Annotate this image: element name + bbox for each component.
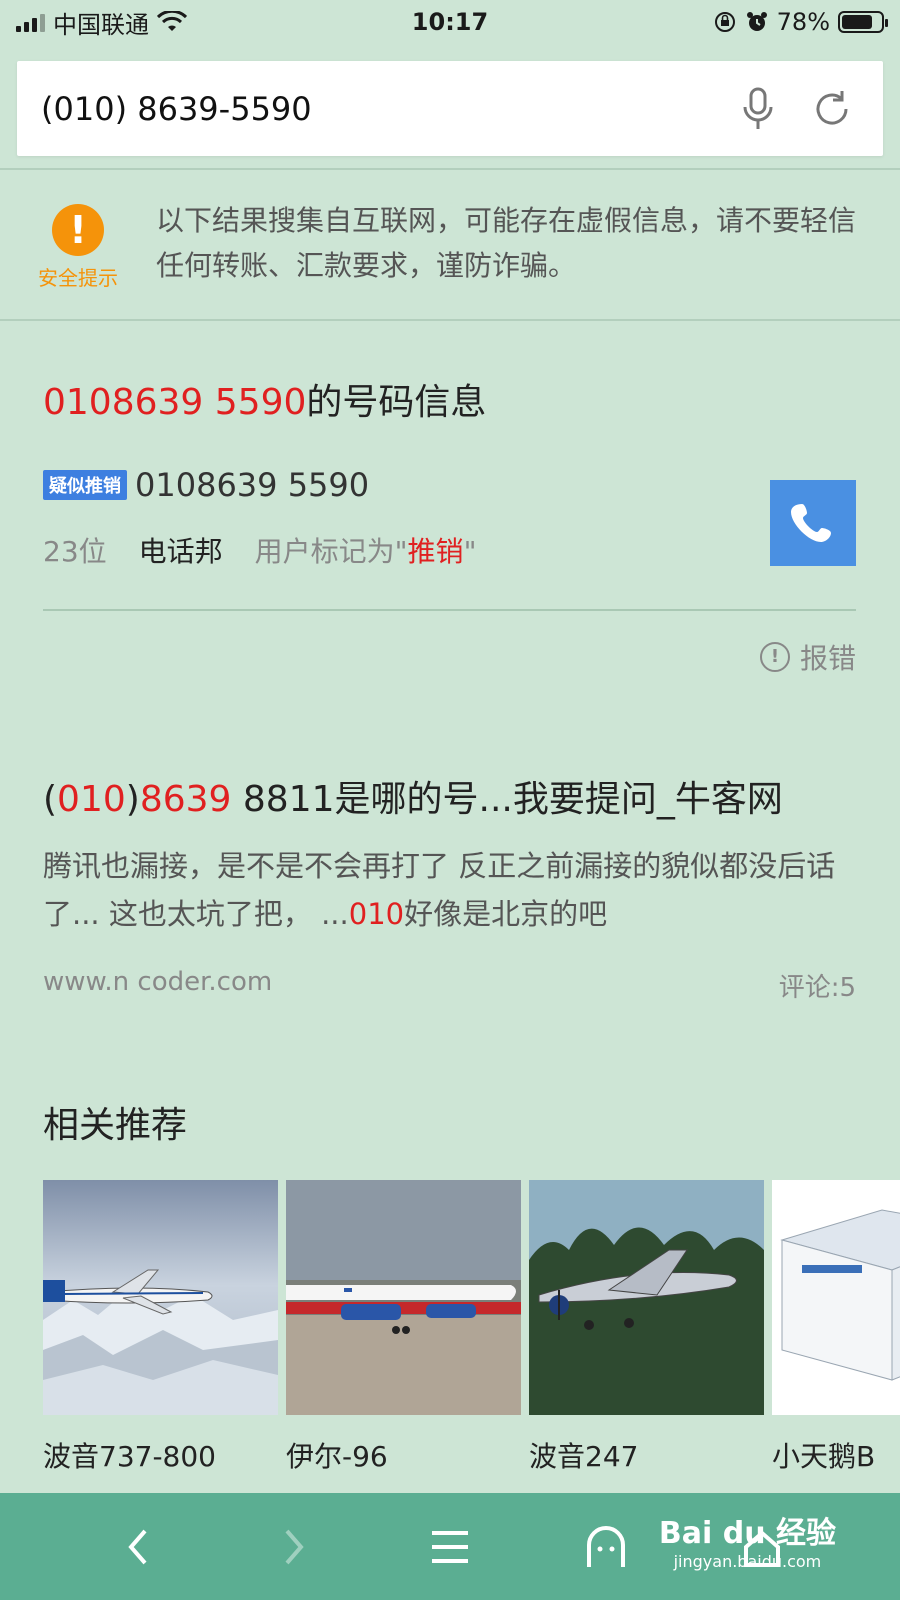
ghost-tabs-icon xyxy=(587,1525,625,1567)
battery-fill xyxy=(842,15,872,29)
divider xyxy=(43,609,856,611)
warning-icon: ! xyxy=(52,204,104,256)
microphone-icon xyxy=(743,87,773,129)
number-meta: 23位 电话邦 用户标记为"推销" xyxy=(43,530,476,570)
result-snippet: 腾讯也漏接，是不是不会再打了 反正之前漏接的貌似都没后话了... 这也太坑了把，… xyxy=(43,842,863,938)
related-cards[interactable]: 波音737-800 伊尔-96 波音247 小天鹅B xyxy=(43,1180,900,1480)
user-marked-suffix: " xyxy=(463,535,477,568)
related-section-title: 相关推荐 xyxy=(43,1105,188,1146)
related-card-image xyxy=(772,1180,900,1415)
watermark-main: Bai du 经验 xyxy=(658,1516,836,1551)
carrier-name: 中国联通 xyxy=(53,10,149,39)
data-source: 电话邦 xyxy=(138,535,223,568)
user-marked-value: 推销 xyxy=(407,535,464,568)
status-bar: 中国联通 10:17 78% xyxy=(0,0,900,44)
result-title-rest: 8811是哪的号...我要提问_牛客网 xyxy=(231,779,783,820)
related-card-image xyxy=(286,1180,521,1415)
number-row: 疑似推销 0108639 5590 xyxy=(43,466,369,504)
forward-button[interactable] xyxy=(254,1507,334,1587)
chevron-left-icon xyxy=(128,1529,147,1564)
phone-icon xyxy=(791,504,831,542)
status-right: 78% xyxy=(713,8,888,36)
related-card-label: 小天鹅B xyxy=(772,1440,876,1473)
suspected-marketing-badge: 疑似推销 xyxy=(43,470,127,500)
battery-icon xyxy=(838,11,888,33)
battery-percent: 78% xyxy=(776,8,830,36)
rotation-lock-icon xyxy=(714,12,735,32)
airplane-over-mountains-image xyxy=(43,1180,278,1415)
safety-notice: ! 安全提示 以下结果搜集自互联网，可能存在虚假信息，请不要轻信任何转账、汇款要… xyxy=(0,170,900,320)
number-info-title-number: 0108639 5590 xyxy=(43,382,307,423)
number-info-title-suffix: 的号码信息 xyxy=(306,382,487,423)
related-card-boeing-737[interactable]: 波音737-800 xyxy=(43,1180,278,1475)
status-left: 中国联通 xyxy=(16,5,187,40)
result-comments[interactable]: 评论:5 xyxy=(779,967,856,1004)
result-url[interactable]: www.n coder.com xyxy=(43,967,272,997)
menu-icon xyxy=(432,1530,468,1563)
refresh-icon xyxy=(816,90,848,124)
info-icon: ! xyxy=(759,642,790,672)
baidu-jingyan-watermark: Bai du 经验 jingyan.baidu.com xyxy=(659,1508,836,1571)
search-input[interactable]: (010) 8639-5590 xyxy=(41,90,711,128)
wifi-icon xyxy=(157,11,187,31)
related-card-image xyxy=(43,1180,278,1415)
multi-window-button[interactable] xyxy=(566,1507,646,1587)
related-card-boeing-247[interactable]: 波音247 xyxy=(529,1180,764,1475)
report-error-button[interactable]: ! 报错 xyxy=(759,637,856,677)
watermark-sub: jingyan.baidu.com xyxy=(673,1552,822,1571)
voice-search-button[interactable] xyxy=(731,82,785,136)
back-button[interactable] xyxy=(98,1507,178,1587)
call-button[interactable] xyxy=(770,480,856,566)
related-card-label: 波音737-800 xyxy=(43,1440,216,1473)
result-title-link[interactable]: (010)8639 8811是哪的号...我要提问_牛客网 xyxy=(43,770,783,822)
related-card-label: 波音247 xyxy=(529,1440,639,1473)
propeller-plane-image xyxy=(529,1180,764,1415)
user-marked-prefix: 用户标记为" xyxy=(254,535,408,568)
signal-icon xyxy=(16,12,45,32)
chevron-right-icon xyxy=(285,1529,304,1564)
safety-notice-text: 以下结果搜集自互联网，可能存在虚假信息，请不要轻信任何转账、汇款要求，谨防诈骗。 xyxy=(156,204,857,282)
related-card-image xyxy=(529,1180,764,1415)
number-digits: 23位 xyxy=(43,535,107,568)
related-card-label: 伊尔-96 xyxy=(286,1440,388,1473)
result-title-part: ) xyxy=(125,779,140,820)
menu-button[interactable] xyxy=(410,1507,490,1587)
refresh-button[interactable] xyxy=(805,82,859,136)
user-marked-text: 用户标记为"推销" xyxy=(255,530,477,570)
result-title-part: ( xyxy=(43,779,58,820)
airplane-on-runway-image xyxy=(286,1180,521,1415)
phone-number: 0108639 5590 xyxy=(135,466,370,504)
search-bar[interactable]: (010) 8639-5590 xyxy=(17,61,883,156)
related-card-ilyushin-96[interactable]: 伊尔-96 xyxy=(286,1180,521,1475)
alarm-icon xyxy=(746,12,767,31)
result-title-number: 8639 xyxy=(139,779,232,820)
result-snippet-part: 好像是北京的吧 xyxy=(404,897,608,931)
chest-freezer-image xyxy=(772,1180,900,1415)
result-snippet-highlight: 010 xyxy=(348,897,405,931)
report-error-label: 报错 xyxy=(799,642,856,675)
related-card-little-swan[interactable]: 小天鹅B xyxy=(772,1180,900,1475)
divider xyxy=(0,319,900,321)
result-title-area-code: 010 xyxy=(57,779,126,820)
safety-notice-label: 安全提示 xyxy=(38,266,118,290)
number-info-title[interactable]: 0108639 5590的号码信息 xyxy=(43,373,486,425)
